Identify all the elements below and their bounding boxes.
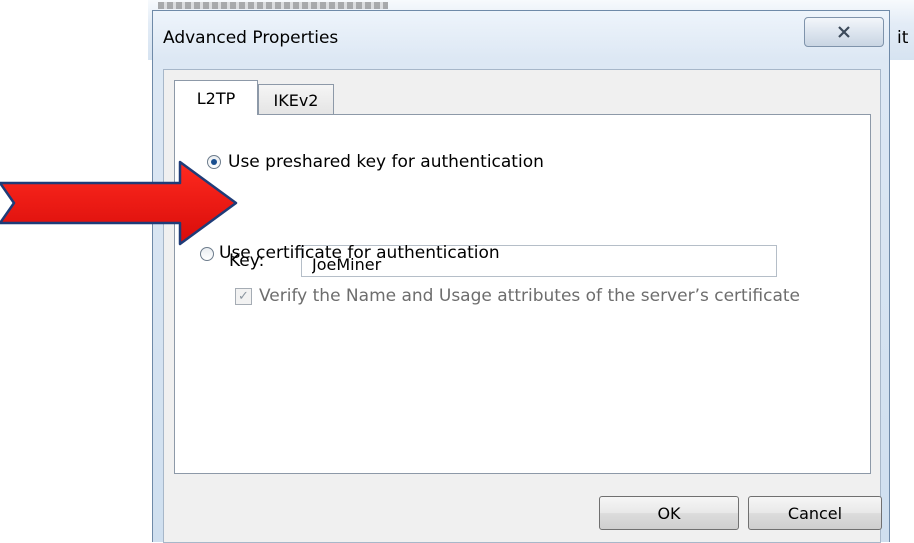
verify-certificate-label: Verify the Name and Usage attributes of … — [259, 286, 801, 306]
cancel-button[interactable]: Cancel — [748, 496, 882, 530]
dialog-client-area: L2TP IKEv2 Use preshared key for authent… — [163, 69, 882, 543]
background-side-text: it — [897, 28, 909, 48]
red-arrow-icon — [0, 160, 238, 246]
dialog-title: Advanced Properties — [163, 28, 339, 48]
background-window-text — [158, 2, 388, 9]
close-button[interactable] — [804, 17, 884, 47]
certificate-radio[interactable] — [200, 247, 214, 261]
ok-button[interactable]: OK — [599, 496, 739, 530]
tab-l2tp[interactable]: L2TP — [174, 80, 258, 115]
tab-ikev2[interactable]: IKEv2 — [258, 84, 334, 115]
close-icon — [838, 26, 850, 38]
verify-certificate-checkbox[interactable]: ✓ — [235, 288, 252, 305]
certificate-radio-label: Use certificate for authentication — [219, 243, 500, 263]
advanced-properties-dialog: Advanced Properties L2TP IKEv2 Use presh… — [152, 10, 890, 543]
preshared-key-radio-label: Use preshared key for authentication — [228, 152, 544, 172]
checkmark-icon: ✓ — [238, 289, 249, 304]
